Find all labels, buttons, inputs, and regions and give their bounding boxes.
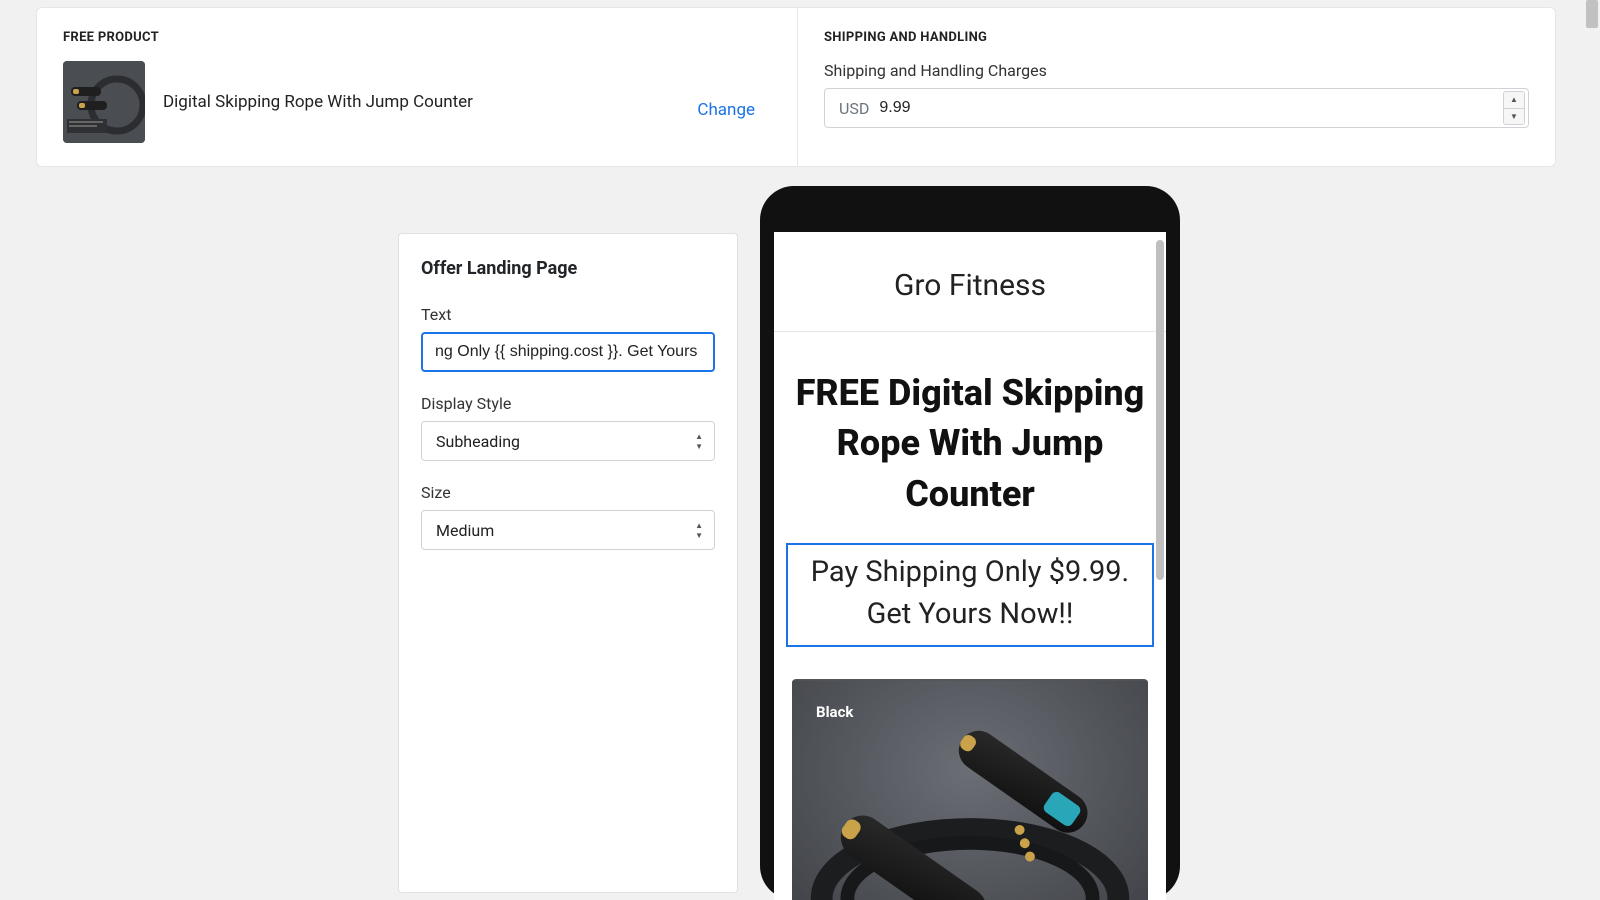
phone-frame: Gro Fitness FREE Digital Skipping Rope W… — [760, 186, 1180, 900]
product-name: Digital Skipping Rope With Jump Counter — [163, 92, 771, 112]
free-product-section: FREE PRODUCT Digital Skipping Rope With … — [37, 8, 797, 166]
shipping-label: SHIPPING AND HANDLING — [824, 30, 1529, 45]
stepper-down-icon[interactable]: ▼ — [1504, 108, 1524, 125]
text-input[interactable] — [421, 332, 715, 372]
display-style-select[interactable]: Subheading — [421, 421, 715, 461]
preview-subheading[interactable]: Pay Shipping Only $9.99. Get Yours Now!! — [786, 543, 1154, 647]
preview-product-photo: Black — [792, 679, 1148, 900]
shipping-amount-field[interactable]: USD ▲ ▼ — [824, 88, 1529, 128]
store-name: Gro Fitness — [774, 232, 1166, 332]
text-label: Text — [421, 305, 715, 324]
page-scrollbar[interactable] — [1582, 0, 1600, 900]
shipping-amount-input[interactable] — [879, 89, 1503, 127]
variant-label: Black — [816, 703, 853, 721]
phone-screen: Gro Fitness FREE Digital Skipping Rope W… — [774, 232, 1166, 900]
number-stepper[interactable]: ▲ ▼ — [1503, 91, 1525, 125]
preview-headline: FREE Digital Skipping Rope With Jump Cou… — [774, 332, 1166, 535]
change-product-link[interactable]: Change — [697, 100, 755, 120]
page-scrollbar-thumb[interactable] — [1586, 0, 1598, 28]
rope-thumb-art — [63, 61, 145, 143]
shipping-section: SHIPPING AND HANDLING Shipping and Handl… — [797, 8, 1555, 166]
config-card: FREE PRODUCT Digital Skipping Rope With … — [36, 7, 1556, 167]
preview-scrollbar[interactable] — [1156, 240, 1164, 580]
size-value: Medium — [436, 521, 494, 540]
product-thumbnail[interactable] — [63, 61, 145, 143]
free-product-label: FREE PRODUCT — [63, 30, 771, 45]
display-style-value: Subheading — [436, 432, 520, 451]
editor-panel: Offer Landing Page Text Display Style Su… — [398, 233, 738, 893]
product-row: Digital Skipping Rope With Jump Counter — [63, 61, 771, 143]
editor-title: Offer Landing Page — [421, 258, 715, 279]
currency-prefix: USD — [825, 99, 879, 118]
display-style-label: Display Style — [421, 394, 715, 413]
shipping-field-label: Shipping and Handling Charges — [824, 61, 1529, 80]
size-label: Size — [421, 483, 715, 502]
stepper-up-icon[interactable]: ▲ — [1504, 92, 1524, 108]
size-select[interactable]: Medium — [421, 510, 715, 550]
